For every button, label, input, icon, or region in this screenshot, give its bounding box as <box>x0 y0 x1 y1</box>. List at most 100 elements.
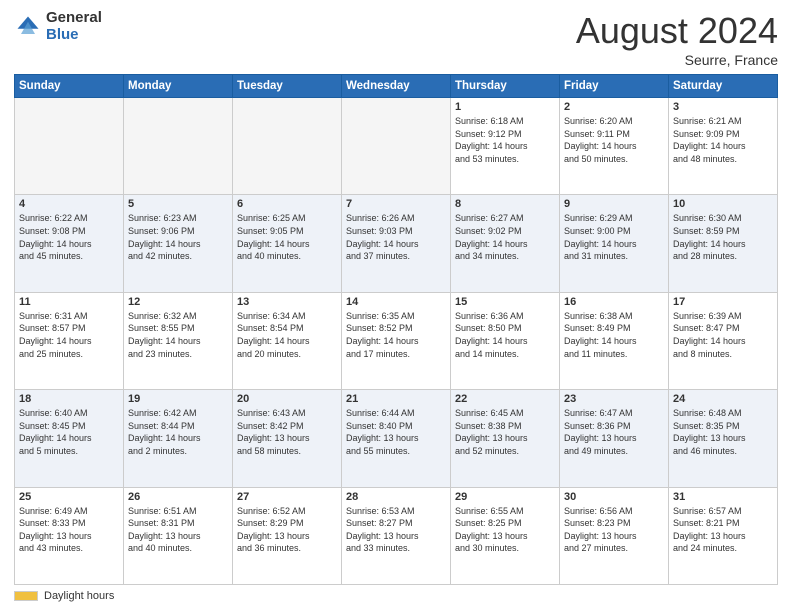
day-info: Sunrise: 6:40 AM Sunset: 8:45 PM Dayligh… <box>19 407 119 457</box>
calendar-week-1: 1 Sunrise: 6:18 AM Sunset: 9:12 PM Daylig… <box>15 98 778 195</box>
logo-icon <box>14 13 42 41</box>
calendar-day: 21Sunrise: 6:44 AM Sunset: 8:40 PM Dayli… <box>342 390 451 487</box>
day-number: 13 <box>237 296 337 308</box>
calendar-day: 31 Sunrise: 6:57 AM Sunset: 8:21 PM Dayli… <box>669 487 778 584</box>
calendar-day: 1 Sunrise: 6:18 AM Sunset: 9:12 PM Daylig… <box>451 98 560 195</box>
calendar-day: 25 Sunrise: 6:49 AM Sunset: 8:33 PM Dayli… <box>15 487 124 584</box>
day-number: 1 <box>455 101 555 113</box>
calendar-day: 27 Sunrise: 6:52 AM Sunset: 8:29 PM Dayli… <box>233 487 342 584</box>
day-info: Sunrise: 6:20 AM Sunset: 9:11 PM Dayligh… <box>564 115 664 165</box>
col-monday: Monday <box>124 75 233 98</box>
calendar-day: 17Sunrise: 6:39 AM Sunset: 8:47 PM Dayli… <box>669 292 778 389</box>
month-title: August 2024 <box>576 10 778 52</box>
col-friday: Friday <box>560 75 669 98</box>
day-info: Sunrise: 6:25 AM Sunset: 9:05 PM Dayligh… <box>237 212 337 262</box>
calendar-week-5: 25 Sunrise: 6:49 AM Sunset: 8:33 PM Dayli… <box>15 487 778 584</box>
day-number: 14 <box>346 296 446 308</box>
day-info: Sunrise: 6:53 AM Sunset: 8:27 PM Dayligh… <box>346 505 446 555</box>
day-number: 23 <box>564 393 664 405</box>
calendar-week-4: 18 Sunrise: 6:40 AM Sunset: 8:45 PM Dayli… <box>15 390 778 487</box>
day-number: 29 <box>455 491 555 503</box>
day-info: Sunrise: 6:52 AM Sunset: 8:29 PM Dayligh… <box>237 505 337 555</box>
location: Seurre, France <box>576 52 778 68</box>
header-right: August 2024 Seurre, France <box>576 10 778 68</box>
day-number: 20 <box>237 393 337 405</box>
day-number: 11 <box>19 296 119 308</box>
calendar-day: 28 Sunrise: 6:53 AM Sunset: 8:27 PM Dayli… <box>342 487 451 584</box>
day-info: Sunrise: 6:47 AM Sunset: 8:36 PM Dayligh… <box>564 407 664 457</box>
day-info: Sunrise: 6:35 AM Sunset: 8:52 PM Dayligh… <box>346 310 446 360</box>
day-info: Sunrise: 6:42 AM Sunset: 8:44 PM Dayligh… <box>128 407 228 457</box>
day-info: Sunrise: 6:48 AM Sunset: 8:35 PM Dayligh… <box>673 407 773 457</box>
day-info: Sunrise: 6:27 AM Sunset: 9:02 PM Dayligh… <box>455 212 555 262</box>
logo: General Blue <box>14 10 102 43</box>
day-number: 31 <box>673 491 773 503</box>
day-info: Sunrise: 6:57 AM Sunset: 8:21 PM Dayligh… <box>673 505 773 555</box>
day-number: 28 <box>346 491 446 503</box>
footer: Daylight hours <box>14 590 778 602</box>
calendar-day: 12Sunrise: 6:32 AM Sunset: 8:55 PM Dayli… <box>124 292 233 389</box>
day-number: 30 <box>564 491 664 503</box>
day-number: 25 <box>19 491 119 503</box>
day-number: 26 <box>128 491 228 503</box>
calendar-day: 2 Sunrise: 6:20 AM Sunset: 9:11 PM Daylig… <box>560 98 669 195</box>
day-info: Sunrise: 6:31 AM Sunset: 8:57 PM Dayligh… <box>19 310 119 360</box>
col-thursday: Thursday <box>451 75 560 98</box>
calendar-day: 9 Sunrise: 6:29 AM Sunset: 9:00 PM Daylig… <box>560 195 669 292</box>
col-saturday: Saturday <box>669 75 778 98</box>
day-info: Sunrise: 6:43 AM Sunset: 8:42 PM Dayligh… <box>237 407 337 457</box>
day-number: 22 <box>455 393 555 405</box>
day-info: Sunrise: 6:55 AM Sunset: 8:25 PM Dayligh… <box>455 505 555 555</box>
day-number: 9 <box>564 198 664 210</box>
calendar-day: 13Sunrise: 6:34 AM Sunset: 8:54 PM Dayli… <box>233 292 342 389</box>
calendar-day: 6 Sunrise: 6:25 AM Sunset: 9:05 PM Daylig… <box>233 195 342 292</box>
day-info: Sunrise: 6:45 AM Sunset: 8:38 PM Dayligh… <box>455 407 555 457</box>
col-tuesday: Tuesday <box>233 75 342 98</box>
day-number: 18 <box>19 393 119 405</box>
logo-text: General Blue <box>46 10 102 43</box>
day-info: Sunrise: 6:56 AM Sunset: 8:23 PM Dayligh… <box>564 505 664 555</box>
day-number: 12 <box>128 296 228 308</box>
day-info: Sunrise: 6:23 AM Sunset: 9:06 PM Dayligh… <box>128 212 228 262</box>
calendar-header-row: Sunday Monday Tuesday Wednesday Thursday… <box>15 75 778 98</box>
logo-general: General <box>46 10 102 27</box>
calendar-day: 3Sunrise: 6:21 AM Sunset: 9:09 PM Daylig… <box>669 98 778 195</box>
calendar-day: 14 Sunrise: 6:35 AM Sunset: 8:52 PM Dayli… <box>342 292 451 389</box>
legend-bar <box>14 591 38 601</box>
logo-blue: Blue <box>46 27 102 44</box>
day-number: 15 <box>455 296 555 308</box>
page: General Blue August 2024 Seurre, France … <box>0 0 792 612</box>
day-number: 8 <box>455 198 555 210</box>
calendar-day: 15 Sunrise: 6:36 AM Sunset: 8:50 PM Dayli… <box>451 292 560 389</box>
day-info: Sunrise: 6:36 AM Sunset: 8:50 PM Dayligh… <box>455 310 555 360</box>
calendar-day: 18 Sunrise: 6:40 AM Sunset: 8:45 PM Dayli… <box>15 390 124 487</box>
day-number: 16 <box>564 296 664 308</box>
calendar-table: Sunday Monday Tuesday Wednesday Thursday… <box>14 74 778 585</box>
day-info: Sunrise: 6:39 AM Sunset: 8:47 PM Dayligh… <box>673 310 773 360</box>
day-number: 21 <box>346 393 446 405</box>
calendar-week-2: 4Sunrise: 6:22 AM Sunset: 9:08 PM Daylig… <box>15 195 778 292</box>
calendar-day: 19Sunrise: 6:42 AM Sunset: 8:44 PM Dayli… <box>124 390 233 487</box>
day-info: Sunrise: 6:30 AM Sunset: 8:59 PM Dayligh… <box>673 212 773 262</box>
calendar-day: 10 Sunrise: 6:30 AM Sunset: 8:59 PM Dayli… <box>669 195 778 292</box>
calendar-day: 5Sunrise: 6:23 AM Sunset: 9:06 PM Daylig… <box>124 195 233 292</box>
calendar-day: 16 Sunrise: 6:38 AM Sunset: 8:49 PM Dayli… <box>560 292 669 389</box>
col-wednesday: Wednesday <box>342 75 451 98</box>
day-number: 27 <box>237 491 337 503</box>
day-info: Sunrise: 6:38 AM Sunset: 8:49 PM Dayligh… <box>564 310 664 360</box>
calendar-day: 11 Sunrise: 6:31 AM Sunset: 8:57 PM Dayli… <box>15 292 124 389</box>
day-number: 6 <box>237 198 337 210</box>
calendar-day: 29 Sunrise: 6:55 AM Sunset: 8:25 PM Dayli… <box>451 487 560 584</box>
day-info: Sunrise: 6:29 AM Sunset: 9:00 PM Dayligh… <box>564 212 664 262</box>
day-info: Sunrise: 6:49 AM Sunset: 8:33 PM Dayligh… <box>19 505 119 555</box>
calendar-day: 30 Sunrise: 6:56 AM Sunset: 8:23 PM Dayli… <box>560 487 669 584</box>
calendar-day: 26Sunrise: 6:51 AM Sunset: 8:31 PM Dayli… <box>124 487 233 584</box>
day-info: Sunrise: 6:18 AM Sunset: 9:12 PM Dayligh… <box>455 115 555 165</box>
day-number: 24 <box>673 393 773 405</box>
calendar-week-3: 11 Sunrise: 6:31 AM Sunset: 8:57 PM Dayli… <box>15 292 778 389</box>
day-number: 10 <box>673 198 773 210</box>
day-info: Sunrise: 6:26 AM Sunset: 9:03 PM Dayligh… <box>346 212 446 262</box>
day-number: 2 <box>564 101 664 113</box>
col-sunday: Sunday <box>15 75 124 98</box>
calendar-day <box>233 98 342 195</box>
